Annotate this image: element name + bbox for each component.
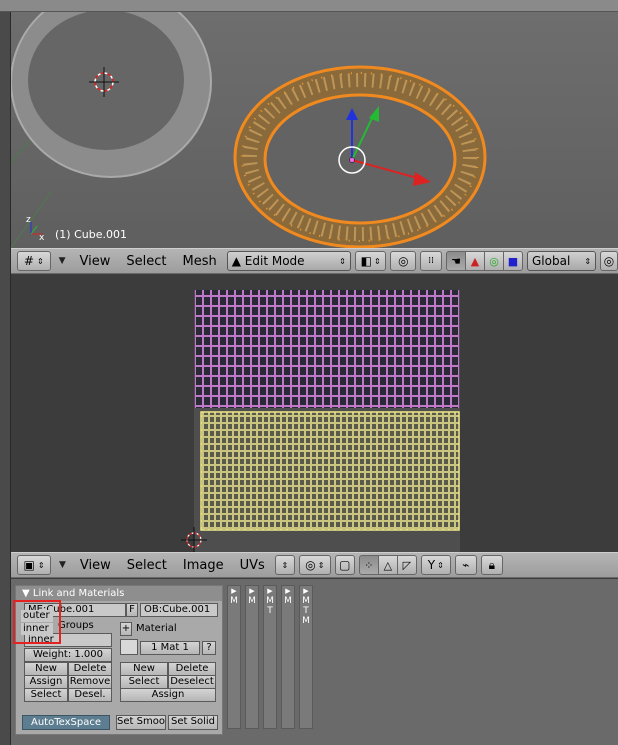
new-material-button[interactable]: New [120,662,168,676]
uv-select-mode-group: ⁘ △ ◸ [358,555,417,575]
grid-icon: # [23,254,34,268]
uv-menu-image[interactable]: Image [177,558,230,573]
3d-view-header: # ⇕ ▼ View Select Mesh ▲ Edit Mode ⇕ ◧ ⇕ ◎… [11,248,618,274]
manipulator-toggle-group: ☚ ▲ ◎ ■ [446,251,523,271]
window-top-border [0,0,618,12]
uv-menu-uvs[interactable]: UVs [234,558,271,573]
torus-object-hole [28,12,184,150]
select-material-button[interactable]: Select [120,675,168,689]
uv-island-inner-selected [200,411,460,531]
material-color-swatch[interactable] [120,639,138,655]
scale-icon[interactable]: ■ [503,251,523,271]
fake-user-button[interactable]: F [126,603,138,617]
pivot-button[interactable]: ◎ [390,251,417,271]
collapsed-panel-1[interactable]: ▶ M [227,585,241,729]
uv-pivot-button[interactable]: ◎ ⇕ [298,555,331,575]
active-object-label: (1) Cube.001 [55,228,127,241]
editor-type-button[interactable]: # ⇕ [17,251,51,271]
uv-header-collapse-icon[interactable]: ▼ [55,560,70,570]
autotexspace-toggle[interactable]: AutoTexSpace [22,715,110,730]
svg-text:x: x [39,233,45,243]
assign-material-button[interactable]: Assign [120,688,216,702]
material-info-button[interactable]: ? [202,641,216,655]
remove-vertex-group-button[interactable]: Remove [68,675,112,689]
svg-text:z: z [26,215,31,225]
face-select-icon[interactable]: ◸ [396,555,417,575]
select-vertex-group-button[interactable]: Select [24,688,68,702]
image-editor-icon: ▣ [23,558,35,572]
menu-select[interactable]: Select [120,254,172,269]
vertex-group-dropdown: outer inner [13,600,61,644]
set-solid-button[interactable]: Set Solid [168,715,218,730]
panel-title[interactable]: ▼ Link and Materials [16,586,222,601]
viewport-scene: z x [11,12,487,248]
sticky-select-button[interactable]: Y ⇕ [420,555,451,575]
dots-icon: ⁞⁞ [428,256,434,266]
uv-island-outer [195,290,459,408]
image-browse-button[interactable]: ⇕ [274,555,295,575]
sticky-icon: Y [427,558,436,572]
deselect-material-button[interactable]: Deselect [168,675,216,689]
vertex-groups-label: Groups [58,620,94,631]
left-side-panel [0,12,11,745]
new-vertex-group-button[interactable]: New [24,662,68,676]
collapsed-panel-2[interactable]: ▶ M [245,585,259,729]
weight-field[interactable]: Weight: 1.000 [24,648,112,662]
draw-type-button[interactable]: ◧ ⇕ [354,251,387,271]
vertex-group-option-outer[interactable]: outer [21,610,53,622]
orientation-select[interactable]: Global ⇕ [527,251,597,271]
delete-vertex-group-button[interactable]: Delete [68,662,112,676]
uv-pivot-icon: ◎ [305,558,316,572]
3d-viewport[interactable]: z x (1) Cube.001 [11,12,618,248]
header-collapse-icon[interactable]: ▼ [55,256,70,266]
vertex-group-option-inner[interactable]: inner [21,623,53,635]
edge-select-icon[interactable]: △ [377,555,398,575]
menu-view[interactable]: View [74,254,117,269]
deselect-vertex-group-button[interactable]: Desel. [68,688,112,702]
lock-icon[interactable]: 🔒︎ [480,555,503,575]
mode-select[interactable]: ▲ Edit Mode ⇕ [226,251,351,271]
menu-mesh[interactable]: Mesh [177,254,223,269]
rotate-icon[interactable]: ◎ [484,251,504,271]
uv-link-icon[interactable]: ⌁ [454,555,477,575]
triangle-mode-icon: ▲ [231,254,241,268]
buttons-window: ▼ Link and Materials ME:Cube.001 F OB:Cu… [11,579,618,745]
delete-material-button[interactable]: Delete [168,662,216,676]
assign-vertex-group-button[interactable]: Assign [24,675,68,689]
pivot-icon: ◎ [398,254,409,268]
uv-layout [181,290,460,552]
vertex-select-icon[interactable]: ⁘ [358,555,379,575]
uv-editor-type-button[interactable]: ▣ ⇕ [17,555,51,575]
material-expand-button[interactable]: + [120,622,132,636]
hand-icon[interactable]: ☚ [446,251,466,271]
collapsed-panel-4[interactable]: ▶ M [281,585,295,729]
material-index-field[interactable]: 1 Mat 1 [140,641,200,655]
shading-icon: ◧ [360,254,372,268]
collapsed-panel-5[interactable]: ▶ MTM [299,585,313,729]
set-smooth-button[interactable]: Set Smoo [116,715,166,730]
uv-sync-icon[interactable]: ▢ [334,555,355,575]
material-label: Material [136,623,177,634]
proportional-edit-icon[interactable]: ◎ [600,251,618,271]
uv-menu-view[interactable]: View [74,558,117,573]
uv-image-editor[interactable] [11,276,618,552]
translate-icon[interactable]: ▲ [465,251,485,271]
collapsed-panel-3[interactable]: ▶ MT [263,585,277,729]
layer-dots-button[interactable]: ⁞⁞ [420,251,442,271]
object-name-field[interactable]: OB:Cube.001 [140,603,218,617]
uv-menu-select[interactable]: Select [121,558,173,573]
uv-editor-header: ▣ ⇕ ▼ View Select Image UVs ⇕ ◎ ⇕ ▢ ⁘ △ ◸ … [11,552,618,578]
